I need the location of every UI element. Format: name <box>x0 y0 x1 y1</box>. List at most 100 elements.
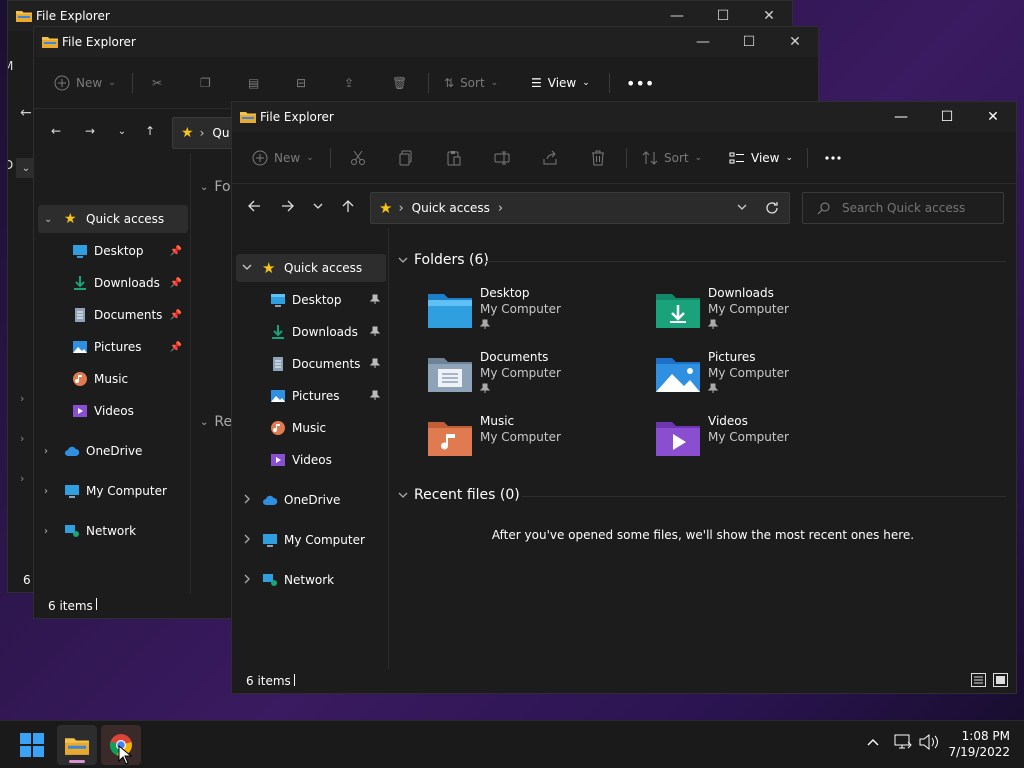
minimize-button[interactable]: — <box>680 27 726 57</box>
sidebar-item-music[interactable]: Music <box>38 365 188 393</box>
folders-heading[interactable]: Folders (6) <box>398 252 489 268</box>
chevron-up-icon <box>867 739 879 746</box>
chevron-right-icon[interactable]: › <box>44 446 48 457</box>
volume-tray-icon[interactable] <box>919 733 939 753</box>
chevron-right-icon[interactable] <box>242 534 252 547</box>
folders-heading[interactable]: ⌄ Fo <box>200 179 231 195</box>
new-button[interactable]: New ⌄ <box>54 71 116 95</box>
sidebar-fragment: D <box>8 158 13 172</box>
sidebar-item-label: My Computer <box>86 484 167 498</box>
sidebar-item-videos[interactable]: Videos <box>38 397 188 425</box>
sidebar-item-network[interactable]: Network <box>236 566 386 594</box>
folder-tile-pictures[interactable]: Pictures My Computer <box>656 350 876 406</box>
back-button[interactable] <box>242 194 266 218</box>
minimize-button[interactable]: — <box>878 102 924 132</box>
folder-tile-music[interactable]: Music My Computer <box>428 414 648 470</box>
forward-button[interactable]: → <box>78 119 102 143</box>
search-input[interactable] <box>842 201 992 215</box>
address-current[interactable]: Quick access <box>412 201 490 215</box>
recent-locations-button[interactable] <box>306 194 330 218</box>
sidebar-item-network[interactable]: › Network <box>38 517 188 545</box>
show-hidden-icons-button[interactable] <box>866 735 880 752</box>
recent-locations-button[interactable]: ⌄ <box>110 119 134 143</box>
folder-tile-documents[interactable]: Documents My Computer <box>428 350 648 406</box>
up-button[interactable]: ↑ <box>138 119 162 143</box>
new-label: New <box>274 151 301 165</box>
chevron-right-icon[interactable]: › <box>44 526 48 537</box>
paste-button[interactable] <box>446 146 462 170</box>
sidebar-item-downloads[interactable]: Downloads <box>236 318 386 346</box>
sidebar-item-desktop[interactable]: Desktop 📌 <box>38 237 188 265</box>
paste-button[interactable]: ▤ <box>248 71 259 95</box>
close-button[interactable]: ✕ <box>970 102 1016 132</box>
details-view-icon[interactable] <box>971 673 986 690</box>
sidebar-item-quick-access[interactable]: ⌄ ★ Quick access <box>38 205 188 233</box>
desktop-icon <box>73 245 87 258</box>
maximize-button[interactable]: ☐ <box>726 27 772 57</box>
sidebar-item-pictures[interactable]: Pictures <box>236 382 386 410</box>
sidebar-item-videos[interactable]: Videos <box>236 446 386 474</box>
more-options-button[interactable] <box>824 146 842 170</box>
sidebar-item-my-computer[interactable]: My Computer <box>236 526 386 554</box>
sidebar-item-onedrive[interactable]: › OneDrive <box>38 437 188 465</box>
folder-tile-desktop[interactable]: Desktop My Computer <box>428 286 648 342</box>
search-box[interactable] <box>802 192 1004 224</box>
sidebar-item-documents[interactable]: Documents <box>236 350 386 378</box>
close-button[interactable]: ✕ <box>772 27 818 57</box>
clock[interactable]: 1:08 PM 7/19/2022 <box>946 728 1010 760</box>
recent-heading[interactable]: Recent files (0) <box>398 487 520 503</box>
sort-label: Sort <box>664 151 689 165</box>
chevron-down-icon[interactable]: ⌄ <box>44 214 52 225</box>
cut-button[interactable] <box>350 146 366 170</box>
more-options-button[interactable]: ••• <box>626 71 654 95</box>
new-button[interactable]: New ⌄ <box>252 146 314 170</box>
sort-button[interactable]: ⇅ Sort ⌄ <box>444 71 498 95</box>
recent-heading[interactable]: ⌄ Re <box>200 414 232 430</box>
view-button[interactable]: View ⌄ <box>729 146 793 170</box>
rename-button[interactable]: ⊟ <box>296 71 306 95</box>
back-button[interactable]: ← <box>20 105 32 121</box>
maximize-button[interactable]: ☐ <box>924 102 970 132</box>
folder-tile-downloads[interactable]: Downloads My Computer <box>656 286 876 342</box>
share-button[interactable] <box>542 146 558 170</box>
sidebar-item-quick-access[interactable]: ★ Quick access <box>236 254 386 282</box>
titlebar[interactable]: File Explorer — ☐ ✕ <box>232 102 1016 132</box>
view-button[interactable]: ☰ View ⌄ <box>531 71 590 95</box>
share-button[interactable]: ⇪ <box>344 71 354 95</box>
sidebar-item-my-computer[interactable]: › My Computer <box>38 477 188 505</box>
address-history-chevron-icon[interactable] <box>737 201 747 215</box>
file-explorer-window[interactable]: File Explorer — ☐ ✕ New ⌄ Sort ⌄ View ⌄ … <box>231 101 1017 694</box>
tiles-view-icon[interactable] <box>993 673 1008 690</box>
delete-button[interactable]: 🗑 <box>392 71 407 95</box>
copy-button[interactable] <box>398 146 414 170</box>
refresh-icon[interactable] <box>765 201 779 218</box>
sidebar-item-pictures[interactable]: Pictures 📌 <box>38 333 188 361</box>
chevron-right-icon[interactable] <box>242 494 252 507</box>
delete-button[interactable] <box>590 146 606 170</box>
address-bar[interactable]: ★ › Quick access › <box>370 192 790 224</box>
chevron-right-icon[interactable] <box>242 574 252 587</box>
back-button[interactable]: ← <box>44 119 68 143</box>
taskbar-file-explorer[interactable] <box>57 725 97 765</box>
copy-button[interactable]: ❐ <box>200 71 211 95</box>
sidebar-item-onedrive[interactable]: OneDrive <box>236 486 386 514</box>
sidebar-item-music[interactable]: Music <box>236 414 386 442</box>
folder-tile-videos[interactable]: Videos My Computer <box>656 414 876 470</box>
breadcrumb-chevron-icon[interactable]: › <box>498 201 503 216</box>
chevron-right-icon[interactable]: › <box>44 486 48 497</box>
forward-button[interactable] <box>276 194 300 218</box>
up-button[interactable] <box>336 194 360 218</box>
chevron-right-icon[interactable]: › <box>20 472 24 485</box>
rename-button[interactable] <box>494 146 510 170</box>
chevron-down-icon[interactable] <box>242 262 252 275</box>
cut-button[interactable]: ✂ <box>152 71 162 95</box>
sidebar-item-downloads[interactable]: Downloads 📌 <box>38 269 188 297</box>
network-tray-icon[interactable] <box>894 734 912 753</box>
sort-button[interactable]: Sort ⌄ <box>642 146 702 170</box>
start-button[interactable] <box>12 725 52 765</box>
chevron-right-icon[interactable]: › <box>20 392 24 405</box>
titlebar[interactable]: File Explorer — ☐ ✕ <box>34 27 818 57</box>
sidebar-item-documents[interactable]: Documents 📌 <box>38 301 188 329</box>
sidebar-item-desktop[interactable]: Desktop <box>236 286 386 314</box>
chevron-right-icon[interactable]: › <box>20 432 24 445</box>
